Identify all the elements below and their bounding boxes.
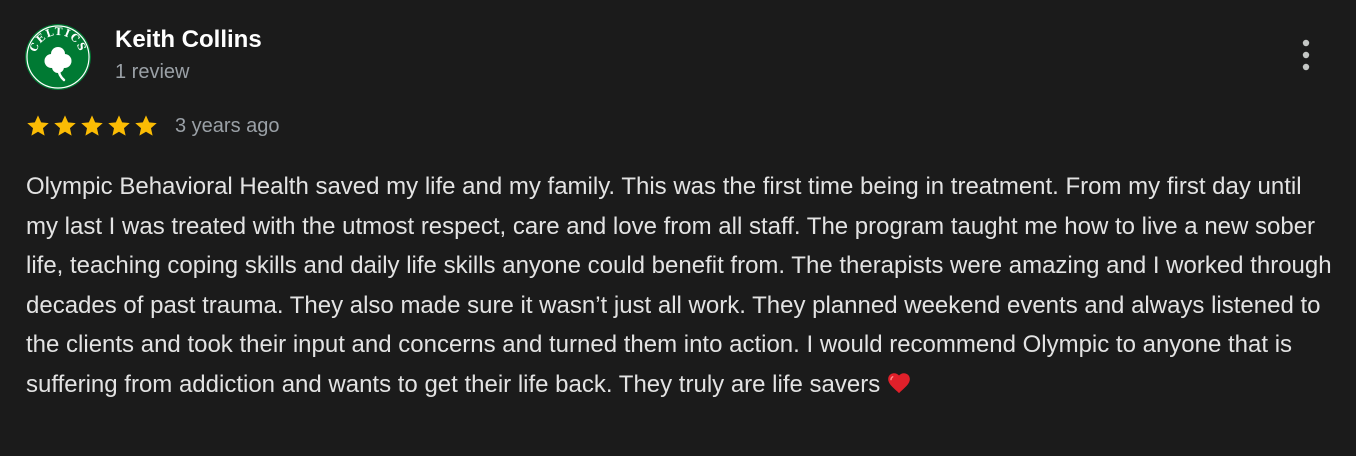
star-icon (106, 113, 132, 139)
review-date: 3 years ago (175, 114, 280, 137)
star-icon (133, 113, 159, 139)
review-count[interactable]: 1 review (115, 60, 189, 84)
reviewer-name[interactable]: Keith Collins (115, 25, 262, 55)
rating-row: 3 years ago (25, 110, 280, 142)
star-icon (79, 113, 105, 139)
review-text: Olympic Behavioral Health saved my life … (26, 167, 1336, 404)
more-vertical-icon (1302, 39, 1310, 71)
star-icon (25, 113, 51, 139)
review-body: Olympic Behavioral Health saved my life … (26, 173, 1332, 398)
star-icon (52, 113, 78, 139)
star-rating (25, 113, 159, 139)
heart-icon (886, 370, 912, 396)
review-card: CELTICS Keith Collins 1 review 3 years a… (0, 0, 1356, 456)
celtics-shamrock-logo-icon: CELTICS (25, 24, 91, 90)
more-options-button[interactable] (1288, 34, 1324, 76)
avatar[interactable]: CELTICS (25, 24, 91, 90)
